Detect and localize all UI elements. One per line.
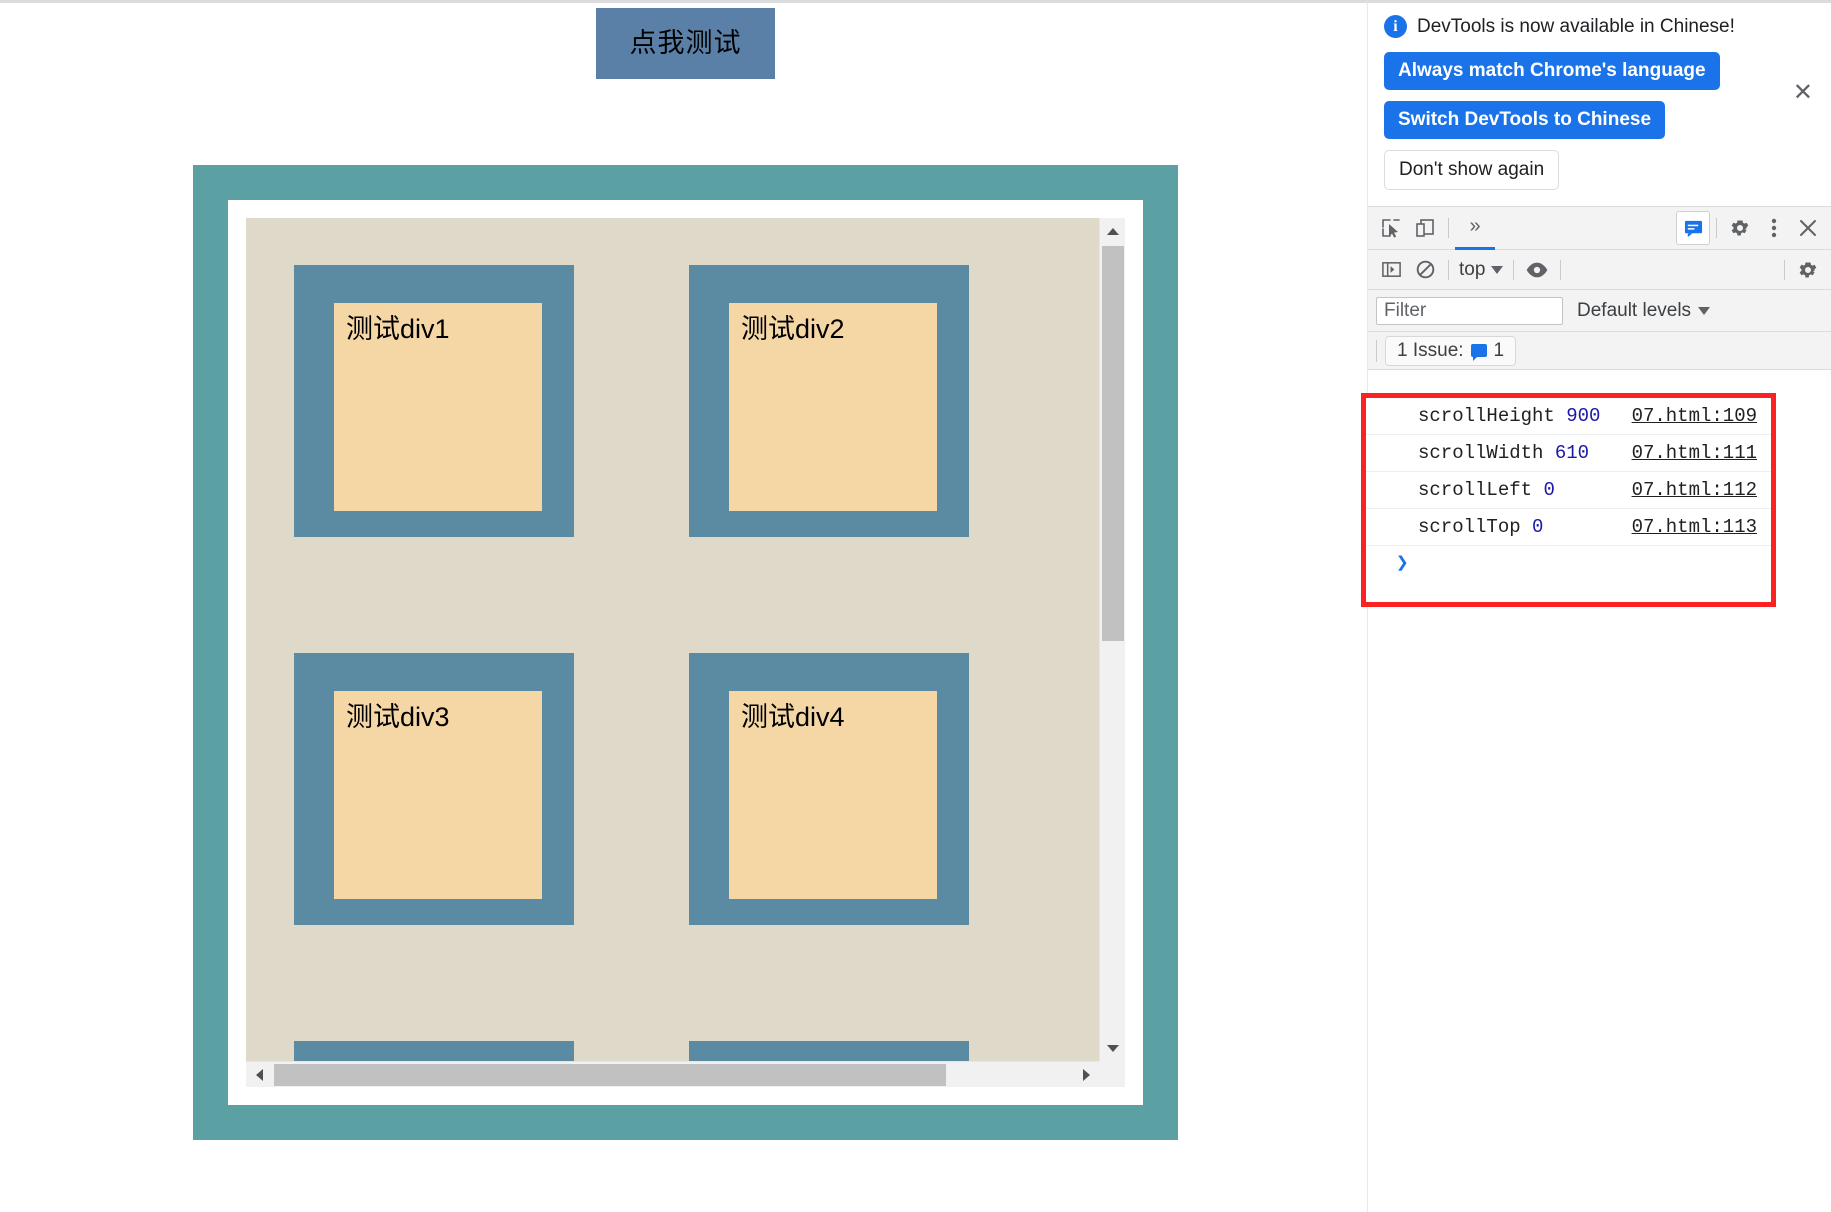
console-log-source[interactable]: 07.html:113 xyxy=(1632,516,1757,538)
page-viewport: 点我测试 测试div1 测试div2 测试div3 测试div4 xyxy=(0,0,1367,1212)
info-icon: i xyxy=(1384,15,1407,38)
console-log-row[interactable]: scrollWidth 610 07.html:111 xyxy=(1366,435,1771,472)
test-box-label: 测试div2 xyxy=(729,303,937,511)
test-box-label: 测试div1 xyxy=(334,303,542,511)
switch-to-chinese-button[interactable]: Switch DevTools to Chinese xyxy=(1384,101,1666,139)
chevron-down-icon xyxy=(1698,306,1711,315)
scroll-container[interactable]: 测试div1 测试div2 测试div3 测试div4 xyxy=(246,218,1125,1087)
arrow-left-icon xyxy=(255,1069,263,1081)
test-box-label: 测试div4 xyxy=(729,691,937,899)
console-log-key: scrollWidth xyxy=(1418,442,1544,464)
dont-show-again-button[interactable]: Don't show again xyxy=(1384,150,1560,190)
toolbar-divider xyxy=(1560,259,1562,280)
inspect-element-icon[interactable] xyxy=(1374,211,1408,245)
scrollbar-corner xyxy=(1099,1061,1125,1087)
test-box: 测试div3 xyxy=(294,653,574,925)
prompt-caret-icon: ❯ xyxy=(1396,553,1409,576)
console-log-row[interactable]: scrollLeft 0 07.html:112 xyxy=(1366,472,1771,509)
close-devtools-icon[interactable] xyxy=(1791,211,1825,245)
console-log-row[interactable]: scrollHeight 900 07.html:109 xyxy=(1366,398,1771,435)
filter-input[interactable] xyxy=(1376,296,1563,325)
console-log-message: scrollHeight 900 xyxy=(1418,405,1600,427)
arrow-up-icon xyxy=(1107,227,1119,235)
gear-icon[interactable] xyxy=(1723,211,1757,245)
console-log-value: 900 xyxy=(1566,405,1601,427)
console-log-message: scrollWidth 610 xyxy=(1418,442,1589,464)
console-log-value: 0 xyxy=(1532,516,1544,538)
test-button[interactable]: 点我测试 xyxy=(596,8,775,79)
horizontal-scrollbar[interactable] xyxy=(246,1061,1099,1087)
execution-context-select[interactable]: top xyxy=(1455,259,1507,281)
device-toolbar-icon[interactable] xyxy=(1408,211,1442,245)
banner-buttons: Always match Chrome's language Switch De… xyxy=(1384,52,1815,190)
chevron-down-icon xyxy=(1491,265,1504,274)
toolbar-divider xyxy=(1513,259,1515,280)
issues-chip[interactable]: 1 Issue: 1 xyxy=(1385,335,1517,366)
scroll-down-button[interactable] xyxy=(1100,1035,1125,1061)
toolbar-divider xyxy=(1448,218,1449,238)
execution-context-label: top xyxy=(1459,258,1486,280)
devtools-panel: i DevTools is now available in Chinese! … xyxy=(1361,0,1831,1212)
clear-console-icon[interactable] xyxy=(1408,253,1442,287)
toolbar-divider xyxy=(1716,218,1717,238)
screenshot-root: 点我测试 测试div1 测试div2 测试div3 测试div4 i DevTo… xyxy=(0,0,1831,1212)
console-log-row[interactable]: scrollTop 0 07.html:113 xyxy=(1366,509,1771,546)
log-levels-label: Default levels xyxy=(1577,299,1692,321)
test-box: 测试div2 xyxy=(689,265,969,537)
devtools-main-toolbar: » xyxy=(1368,206,1831,250)
issues-chip-count: 1 xyxy=(1493,339,1505,361)
issues-bar: 1 Issue: 1 xyxy=(1368,332,1831,370)
console-log-key: scrollHeight xyxy=(1418,405,1555,427)
scroll-left-button[interactable] xyxy=(246,1062,272,1087)
console-log-message: scrollLeft 0 xyxy=(1418,479,1555,501)
console-log-source[interactable]: 07.html:112 xyxy=(1632,479,1757,501)
language-banner: i DevTools is now available in Chinese! … xyxy=(1368,3,1831,206)
console-settings-gear-icon[interactable] xyxy=(1791,253,1825,287)
issues-chip-label: 1 Issue: xyxy=(1397,339,1464,361)
outer-teal-box: 测试div1 测试div2 测试div3 测试div4 xyxy=(193,165,1178,1140)
arrow-right-icon xyxy=(1082,1069,1090,1081)
toolbar-divider xyxy=(1376,339,1377,362)
console-log-key: scrollTop xyxy=(1418,516,1521,538)
tab-more-panels[interactable]: » xyxy=(1455,207,1495,250)
scroll-up-button[interactable] xyxy=(1100,218,1125,244)
console-filter-bar: Default levels xyxy=(1368,290,1831,332)
banner-message-row: i DevTools is now available in Chinese! xyxy=(1384,15,1815,38)
arrow-down-icon xyxy=(1107,1044,1119,1052)
test-box-label: 测试div3 xyxy=(334,691,542,899)
test-box: 测试div1 xyxy=(294,265,574,537)
console-log-value: 0 xyxy=(1543,479,1555,501)
console-log-message: scrollTop 0 xyxy=(1418,516,1543,538)
vertical-scrollbar-thumb[interactable] xyxy=(1102,246,1124,641)
console-output-highlighted: scrollHeight 900 07.html:109 scrollWidth… xyxy=(1361,393,1776,607)
live-expression-icon[interactable] xyxy=(1520,253,1554,287)
message-icon xyxy=(1470,344,1487,361)
console-log-source[interactable]: 07.html:109 xyxy=(1632,405,1757,427)
log-levels-select[interactable]: Default levels xyxy=(1577,299,1711,322)
console-log-key: scrollLeft xyxy=(1418,479,1533,501)
test-box: 测试div4 xyxy=(689,653,969,925)
white-ring: 测试div1 测试div2 测试div3 测试div4 xyxy=(228,200,1143,1105)
scroll-right-button[interactable] xyxy=(1073,1062,1099,1087)
vertical-scrollbar[interactable] xyxy=(1099,218,1125,1061)
console-log-value: 610 xyxy=(1554,442,1590,464)
console-toolbar: top xyxy=(1368,250,1831,290)
console-messages-icon[interactable] xyxy=(1676,211,1710,245)
close-icon[interactable]: ✕ xyxy=(1793,81,1813,105)
console-log-source[interactable]: 07.html:111 xyxy=(1632,442,1757,464)
toolbar-divider xyxy=(1448,259,1449,280)
always-match-language-button[interactable]: Always match Chrome's language xyxy=(1384,52,1720,90)
toolbar-divider xyxy=(1784,259,1785,280)
console-prompt[interactable]: ❯ xyxy=(1366,546,1771,602)
more-options-icon[interactable] xyxy=(1757,211,1791,245)
banner-message: DevTools is now available in Chinese! xyxy=(1417,15,1735,37)
console-sidebar-icon[interactable] xyxy=(1374,253,1408,287)
horizontal-scrollbar-thumb[interactable] xyxy=(274,1064,946,1086)
